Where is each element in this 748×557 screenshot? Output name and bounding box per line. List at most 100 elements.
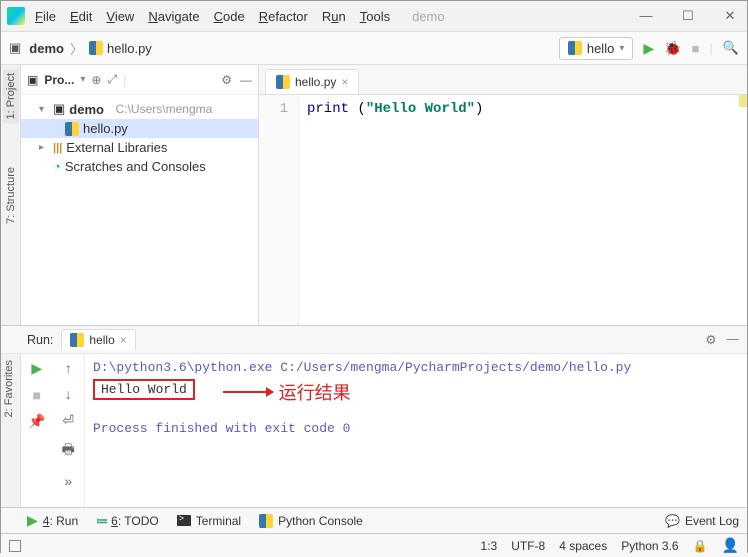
tool-tab-structure[interactable]: 7: Structure bbox=[3, 163, 19, 228]
print-button[interactable]: 🖶 bbox=[62, 439, 75, 463]
status-toggle-icon[interactable] bbox=[9, 540, 21, 552]
menu-run[interactable]: Run bbox=[322, 9, 346, 24]
collapse-all-icon[interactable]: ⤢ bbox=[107, 72, 117, 87]
tree-extlib-label: External Libraries bbox=[66, 140, 167, 155]
tool-tab-eventlog-label: Event Log bbox=[685, 514, 739, 528]
menu-code[interactable]: Code bbox=[214, 9, 245, 24]
pin-button[interactable]: 📌 bbox=[28, 413, 45, 430]
todo-icon: ≔ bbox=[96, 514, 106, 528]
editor-tabs: hello.py × bbox=[259, 65, 747, 95]
more-actions-button[interactable]: » bbox=[64, 473, 72, 489]
tool-tab-run[interactable]: ▶4: Run bbox=[27, 512, 78, 529]
project-tree[interactable]: ▾ ▣ demo C:\Users\mengma hello.py ▸ ||| … bbox=[21, 95, 258, 180]
debug-button[interactable]: 🐞 bbox=[664, 40, 681, 57]
gear-icon[interactable]: ⚙ bbox=[705, 332, 716, 347]
search-everywhere-button[interactable]: 🔍 bbox=[723, 40, 739, 56]
project-view-icon: ▣ bbox=[27, 73, 38, 87]
soft-wrap-button[interactable]: ⏎ bbox=[62, 412, 74, 429]
folder-icon: ▣ bbox=[9, 40, 21, 56]
editor-body[interactable]: 1 print ("Hello World") bbox=[259, 95, 747, 325]
annotation-arrow: 运行结果 bbox=[223, 379, 351, 405]
editor: hello.py × 1 print ("Hello World") bbox=[259, 65, 747, 325]
hide-panel-button[interactable]: — bbox=[240, 73, 252, 87]
scroll-from-source-icon[interactable]: ⊕ bbox=[91, 73, 101, 87]
console-exit-line: Process finished with exit code 0 bbox=[93, 421, 739, 436]
tree-scratches-label: Scratches and Consoles bbox=[65, 159, 206, 174]
tree-file-label: hello.py bbox=[83, 121, 128, 136]
tool-tab-favorites[interactable]: 2: Favorites bbox=[1, 356, 17, 421]
status-interpreter[interactable]: Python 3.6 bbox=[621, 539, 678, 553]
readonly-lock-icon[interactable]: 🔒 bbox=[693, 539, 708, 553]
menu-navigate[interactable]: Navigate bbox=[148, 9, 199, 24]
python-file-icon bbox=[70, 333, 84, 347]
close-button[interactable]: ✕ bbox=[719, 8, 741, 24]
breadcrumb-project[interactable]: ▣ demo bbox=[9, 40, 64, 56]
maximize-button[interactable]: ☐ bbox=[677, 8, 699, 24]
hide-panel-button[interactable]: — bbox=[727, 332, 740, 347]
close-tab-icon[interactable]: × bbox=[120, 333, 127, 347]
expand-arrow-icon[interactable]: ▸ bbox=[39, 142, 49, 153]
gear-icon[interactable]: ⚙ bbox=[221, 73, 232, 87]
chevron-down-icon: ▾ bbox=[619, 43, 624, 54]
python-file-icon bbox=[259, 514, 273, 528]
token-lparen: ( bbox=[357, 101, 365, 117]
run-panel-body: 2: Favorites ▶ ■ 📌 ↑ ↓ ⏎ 🖶 » D:\python3.… bbox=[1, 354, 747, 507]
breadcrumb-file[interactable]: hello.py bbox=[89, 41, 152, 56]
tool-tab-event-log[interactable]: 💬Event Log bbox=[665, 514, 739, 528]
expand-arrow-icon[interactable]: ▾ bbox=[39, 104, 49, 115]
run-panel-header: Run: hello × ⚙ — bbox=[1, 326, 747, 354]
tool-tab-pyconsole-label: Python Console bbox=[278, 514, 363, 528]
chevron-down-icon: ▾ bbox=[80, 74, 85, 85]
menu-edit[interactable]: Edit bbox=[70, 9, 92, 24]
left-tool-strip: 1: Project 7: Structure bbox=[1, 65, 21, 325]
menubar: File Edit View Navigate Code Refactor Ru… bbox=[35, 9, 635, 24]
run-config-selector[interactable]: hello ▾ bbox=[559, 37, 634, 60]
tree-scratches[interactable]: ▸ ◔ Scratches and Consoles bbox=[21, 157, 258, 176]
run-button[interactable]: ▶ bbox=[643, 40, 654, 57]
project-panel-title[interactable]: Pro... bbox=[44, 73, 74, 87]
tree-root-path: C:\Users\mengma bbox=[116, 102, 213, 116]
line-number: 1 bbox=[259, 101, 288, 117]
tree-external-libraries[interactable]: ▸ ||| External Libraries bbox=[21, 138, 258, 157]
close-tab-icon[interactable]: × bbox=[341, 75, 348, 89]
menu-refactor[interactable]: Refactor bbox=[259, 9, 308, 24]
up-stack-button[interactable]: ↑ bbox=[65, 360, 72, 376]
stop-button[interactable]: ■ bbox=[692, 41, 700, 56]
menu-tools[interactable]: Tools bbox=[360, 9, 390, 24]
code-area[interactable]: print ("Hello World") bbox=[299, 95, 747, 325]
run-action-col-right: ↑ ↓ ⏎ 🖶 » bbox=[53, 354, 85, 507]
breadcrumb-project-label: demo bbox=[29, 41, 64, 56]
main-area: 1: Project 7: Structure ▣ Pro... ▾ ⊕ ⤢ |… bbox=[1, 65, 747, 325]
console-output-row: Hello World 运行结果 bbox=[93, 375, 739, 405]
python-file-icon bbox=[89, 41, 103, 55]
tool-tab-project[interactable]: 1: Project bbox=[3, 69, 19, 123]
down-stack-button[interactable]: ↓ bbox=[65, 386, 72, 402]
status-indent[interactable]: 4 spaces bbox=[559, 539, 607, 553]
tool-tab-todo[interactable]: ≔6: TODO bbox=[96, 514, 159, 528]
tool-tab-python-console[interactable]: Python Console bbox=[259, 514, 363, 528]
editor-tab-hello[interactable]: hello.py × bbox=[265, 69, 359, 94]
tree-root[interactable]: ▾ ▣ demo C:\Users\mengma bbox=[21, 99, 258, 119]
tool-tab-terminal[interactable]: Terminal bbox=[177, 514, 241, 528]
play-icon: ▶ bbox=[27, 512, 38, 529]
ide-status-icon[interactable]: 👤 bbox=[722, 537, 739, 554]
menu-file[interactable]: File bbox=[35, 9, 56, 24]
stop-button[interactable]: ■ bbox=[33, 387, 41, 403]
status-caret-pos[interactable]: 1:3 bbox=[481, 539, 498, 553]
console-output-highlight: Hello World bbox=[93, 379, 195, 400]
run-tab-hello[interactable]: hello × bbox=[61, 329, 135, 350]
libraries-icon: ||| bbox=[53, 142, 62, 154]
terminal-icon bbox=[177, 515, 191, 526]
token-rparen: ) bbox=[475, 101, 483, 117]
project-panel: ▣ Pro... ▾ ⊕ ⤢ | ⚙ — ▾ ▣ demo C:\Users\m… bbox=[21, 65, 259, 325]
tree-file-hello[interactable]: hello.py bbox=[21, 119, 258, 138]
folder-icon: ▣ bbox=[53, 101, 65, 117]
run-action-columns: ▶ ■ 📌 ↑ ↓ ⏎ 🖶 » bbox=[21, 354, 85, 507]
editor-tab-label: hello.py bbox=[295, 75, 336, 89]
console-output[interactable]: D:\python3.6\python.exe C:/Users/mengma/… bbox=[85, 354, 747, 507]
minimize-button[interactable]: — bbox=[635, 8, 657, 24]
status-bar: 1:3 UTF-8 4 spaces Python 3.6 🔒 👤 bbox=[1, 533, 747, 557]
rerun-button[interactable]: ▶ bbox=[31, 360, 42, 377]
status-encoding[interactable]: UTF-8 bbox=[511, 539, 545, 553]
menu-view[interactable]: View bbox=[106, 9, 134, 24]
